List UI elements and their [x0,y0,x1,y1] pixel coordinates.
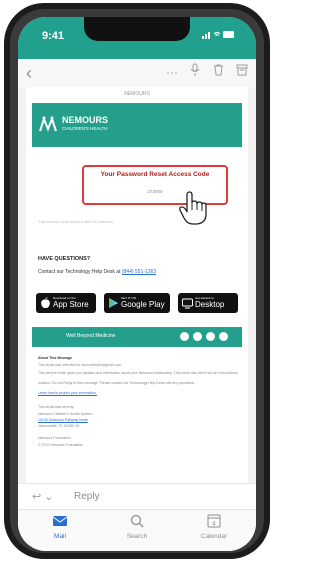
about-line-2: This service email gives you updates and… [38,371,238,375]
tab-mail[interactable]: Mail [32,514,88,540]
signal-wifi-battery-icon [202,31,234,39]
search-icon [130,514,144,528]
tab-search-label: Search [126,533,148,540]
status-bar: 9:41 [18,17,256,59]
sent-by-line-3: Jacksonville, FL 32256 US [38,424,80,428]
mail-toolbar: ‹ ··· [18,59,256,88]
foundation-name: Nemours Foundation [38,436,71,440]
calendar-icon: 4 [207,514,221,528]
status-icons [202,30,236,42]
tab-search[interactable]: Search [109,514,165,540]
footer-tagline: Well Beyond Medicine [66,333,116,339]
mail-icon [52,516,68,526]
protect-info-link-text[interactable]: Learn how to protect your information. [38,391,97,395]
apple-icon [41,297,50,309]
copyright-text: © 2022 Nemours Foundation [38,443,83,447]
youtube-icon[interactable] [219,332,228,341]
microphone-icon[interactable] [190,63,200,80]
status-time: 9:41 [42,30,65,42]
desktop-badge[interactable]: Get started on Desktop [178,293,238,313]
phone-screen: 9:41 ‹ ··· NEMOURS NEMOURS CHILDREN'S HE… [18,17,256,551]
brand-name: NEMOURS [62,115,109,125]
more-button[interactable]: ··· [166,65,178,79]
footer-banner: Well Beyond Medicine [32,327,242,347]
access-code-title: Your Password Reset Access Code [100,171,210,178]
archive-icon[interactable] [236,64,248,79]
sent-by-line-2: 10140 Centurion Parkway North [38,418,238,423]
about-line-1: This email was intended for tara.example… [38,363,122,367]
tab-bar: Mail Search 4 Calendar [18,509,256,551]
desktop-large: Desktop [195,300,225,309]
hand-pointer-icon [179,191,207,225]
sent-by-line-1: Nemours Children's Health System [38,412,93,416]
desktop-icon [182,298,193,309]
help-desk-phone-link[interactable]: (844) 551-1263 [122,269,156,275]
about-line-3: mailbox. Do not Reply to this message. P… [38,381,196,385]
google-play-icon [109,298,118,308]
notch [84,17,190,41]
preheader-text: NEMOURS [124,91,150,97]
tab-mail-label: Mail [54,533,66,540]
tab-calendar-label: Calendar [200,533,228,540]
email-body: NEMOURS NEMOURS CHILDREN'S HEALTH Your P… [26,87,248,483]
contact-text: Contact our Technology Help Desk at (844… [38,269,243,275]
about-heading: About This Message [38,356,73,360]
reply-bar: ↩ ⌄ Reply [18,483,256,510]
instagram-icon[interactable] [193,332,202,341]
google-play-large: Google Play [121,300,165,309]
email-content: NEMOURS NEMOURS CHILDREN'S HEALTH Your P… [18,87,256,483]
protect-info-link[interactable]: Learn how to protect your information. [38,391,238,396]
tab-calendar[interactable]: 4 Calendar [186,514,242,540]
reply-arrow-icon[interactable]: ↩ ⌄ [32,490,54,503]
code-expiry-note: This access code expires after 30 minute… [38,219,114,224]
facebook-icon[interactable] [180,332,189,341]
phone-frame: 9:41 ‹ ··· NEMOURS NEMOURS CHILDREN'S HE… [4,3,270,559]
brand-header: NEMOURS CHILDREN'S HEALTH [32,103,242,147]
app-store-large: App Store [53,300,89,309]
brand-subtitle: CHILDREN'S HEALTH [62,126,108,131]
trash-icon[interactable] [213,64,224,79]
twitter-icon[interactable] [206,332,215,341]
contact-prefix: Contact our Technology Help Desk at [38,269,122,275]
sent-by-heading: This email was sent by: [38,405,75,409]
questions-heading: HAVE QUESTIONS? [38,256,91,262]
google-play-badge[interactable]: GET IT ON Google Play [104,293,170,313]
reply-button[interactable]: Reply [74,491,100,502]
app-store-badge[interactable]: Download on the App Store [36,293,96,313]
back-button[interactable]: ‹ [26,63,32,84]
nemours-logo-icon [39,116,57,132]
address-link[interactable]: 10140 Centurion Parkway North [38,418,88,422]
